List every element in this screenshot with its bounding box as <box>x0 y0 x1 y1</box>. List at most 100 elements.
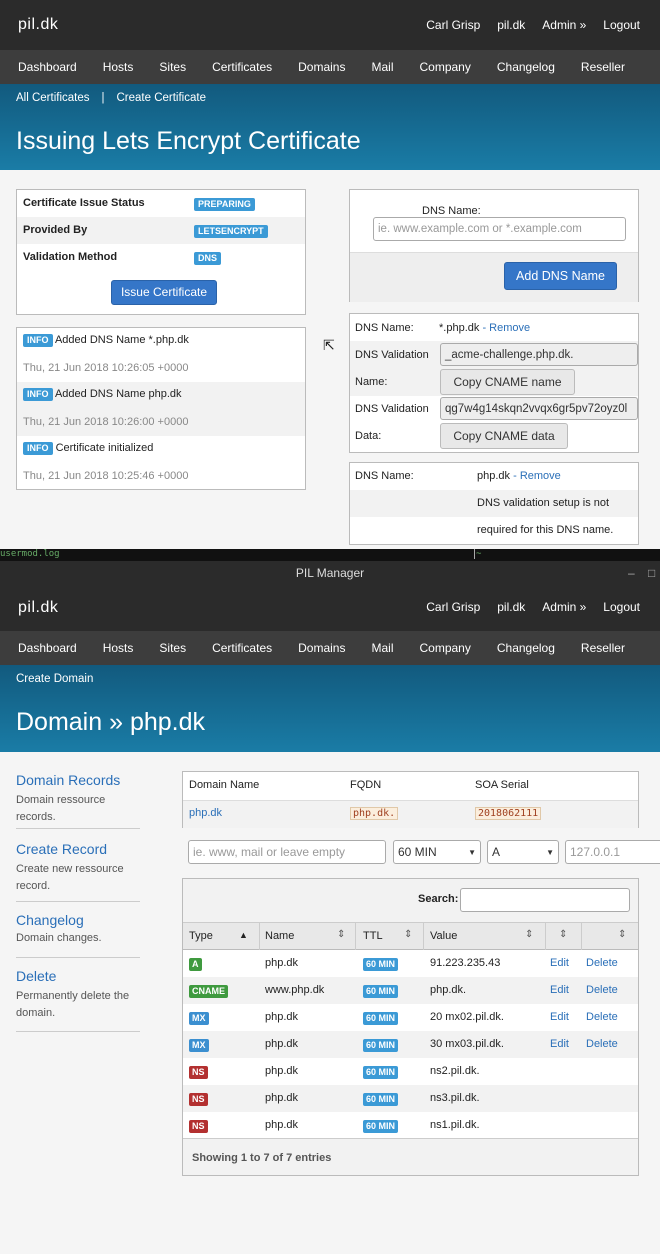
method-label: Validation Method <box>23 251 118 263</box>
domain-name-link[interactable]: php.dk <box>189 807 222 819</box>
col-value[interactable]: Value <box>430 930 457 942</box>
record-name: php.dk <box>265 1011 299 1023</box>
validation-data-field[interactable]: qg7w4g14skqn2vvqx6gr5pv72oyz0l <box>440 397 638 420</box>
nav-domains[interactable]: Domains <box>298 60 345 74</box>
sort-icon[interactable]: ⇕ <box>337 929 345 940</box>
dns-name-label: DNS Name: <box>355 470 414 482</box>
nav-changelog[interactable]: Changelog <box>497 60 555 74</box>
nav-mail[interactable]: Mail <box>371 60 393 74</box>
nav-hosts[interactable]: Hosts <box>103 641 134 655</box>
sort-icon[interactable]: ⇕ <box>525 929 533 940</box>
nav-hosts[interactable]: Hosts <box>103 60 134 74</box>
minimize-icon[interactable]: – <box>628 561 635 585</box>
delete-link[interactable]: Delete <box>586 957 618 969</box>
nav-sites[interactable]: Sites <box>159 641 186 655</box>
record-name-input[interactable]: ie. www, mail or leave empty <box>188 840 386 864</box>
sidebar-title[interactable]: Create Record <box>16 841 140 857</box>
sidebar-item-changelog[interactable]: Changelog Domain changes. <box>16 902 140 958</box>
search-input[interactable] <box>460 888 630 912</box>
table-row: NS php.dk 60 MIN ns2.pil.dk. <box>183 1058 638 1085</box>
domain-sidebar: Domain Records Domain ressource records. … <box>16 772 140 1032</box>
logout-link[interactable]: Logout <box>603 600 640 614</box>
dns-name-input[interactable]: ie. www.example.com or *.example.com <box>373 217 626 241</box>
col-fqdn: FQDN <box>350 779 382 791</box>
logo[interactable]: pil.dk <box>18 599 58 617</box>
sidebar-item-create[interactable]: Create Record Create new ressource record… <box>16 829 140 902</box>
record-value: ns1.pil.dk. <box>430 1119 480 1131</box>
record-type-badge: A <box>189 958 202 971</box>
maximize-icon[interactable]: □ <box>648 561 655 585</box>
breadcrumb: All Certificates | Create Certificate <box>0 84 660 104</box>
record-value-input[interactable]: 127.0.0.1 <box>565 840 660 864</box>
type-select[interactable]: A ▼ <box>487 840 559 864</box>
nav-certificates[interactable]: Certificates <box>212 641 272 655</box>
nav-reseller[interactable]: Reseller <box>581 60 625 74</box>
dns-entry-root: DNS Name: php.dk - Remove DNS validation… <box>349 462 639 545</box>
nav-sites[interactable]: Sites <box>159 60 186 74</box>
company-link[interactable]: pil.dk <box>497 600 525 614</box>
sort-icon[interactable]: ⇕ <box>618 929 626 940</box>
ttl-select[interactable]: 60 MIN ▼ <box>393 840 481 864</box>
edit-link[interactable]: Edit <box>550 1038 569 1050</box>
col-type[interactable]: Type <box>189 930 213 942</box>
domain-info-table: Domain Name FQDN SOA Serial php.dk php.d… <box>182 771 639 828</box>
delete-link[interactable]: Delete <box>586 1011 618 1023</box>
remove-link[interactable]: - Remove <box>513 470 561 482</box>
delete-link[interactable]: Delete <box>586 984 618 996</box>
nav-dashboard[interactable]: Dashboard <box>18 60 77 74</box>
issue-certificate-button[interactable]: Issue Certificate <box>111 280 217 305</box>
col-ttl[interactable]: TTL <box>363 930 383 942</box>
record-name: php.dk <box>265 1119 299 1131</box>
logo[interactable]: pil.dk <box>18 16 58 34</box>
remove-link[interactable]: - Remove <box>482 322 530 334</box>
nav-company[interactable]: Company <box>420 641 471 655</box>
record-name: php.dk <box>265 957 299 969</box>
record-type-badge: CNAME <box>189 985 228 998</box>
sort-icon[interactable]: ⇕ <box>559 929 567 940</box>
user-link[interactable]: Carl Grisp <box>426 18 480 32</box>
edit-link[interactable]: Edit <box>550 984 569 996</box>
sort-asc-icon[interactable]: ▲ <box>239 930 248 940</box>
nav-domains[interactable]: Domains <box>298 641 345 655</box>
record-value: 30 mx03.pil.dk. <box>430 1038 504 1050</box>
validation-data-label: DNS Validation <box>355 403 429 415</box>
log-time: Thu, 21 Jun 2018 10:25:46 +0000 <box>23 470 189 482</box>
nav-changelog[interactable]: Changelog <box>497 641 555 655</box>
nav-certificates[interactable]: Certificates <box>212 60 272 74</box>
breadcrumb: Create Domain <box>0 665 660 685</box>
top-bar: pil.dk Carl Grisp pil.dk Admin » Logout <box>0 0 660 50</box>
copy-cname-data-button[interactable]: Copy CNAME data <box>440 423 568 449</box>
admin-link[interactable]: Admin » <box>542 600 586 614</box>
sidebar-title[interactable]: Domain Records <box>16 772 140 788</box>
sort-icon[interactable]: ⇕ <box>404 929 412 940</box>
validation-name-label: DNS Validation <box>355 349 429 361</box>
table-footer: Showing 1 to 7 of 7 entries <box>183 1138 638 1176</box>
user-link[interactable]: Carl Grisp <box>426 600 480 614</box>
copy-cname-name-button[interactable]: Copy CNAME name <box>440 369 575 395</box>
logout-link[interactable]: Logout <box>603 18 640 32</box>
sidebar-item-delete[interactable]: Delete Permanently delete the domain. <box>16 958 140 1032</box>
create-certificate-link[interactable]: Create Certificate <box>117 92 206 104</box>
terminal-text: usermod.log <box>0 549 60 559</box>
delete-link[interactable]: Delete <box>586 1038 618 1050</box>
edit-link[interactable]: Edit <box>550 957 569 969</box>
record-type-badge: MX <box>189 1039 209 1052</box>
sidebar-title[interactable]: Changelog <box>16 912 140 928</box>
separator: | <box>101 92 105 104</box>
edit-link[interactable]: Edit <box>550 1011 569 1023</box>
company-link[interactable]: pil.dk <box>497 18 525 32</box>
nav-dashboard[interactable]: Dashboard <box>18 641 77 655</box>
all-certificates-link[interactable]: All Certificates <box>16 92 90 104</box>
admin-link[interactable]: Admin » <box>542 18 586 32</box>
col-name[interactable]: Name <box>265 930 294 942</box>
add-dns-name-button[interactable]: Add DNS Name <box>504 262 617 290</box>
dns-name-label: DNS Name: <box>422 205 481 217</box>
sidebar-title[interactable]: Delete <box>16 968 140 984</box>
validation-name-field[interactable]: _acme-challenge.php.dk. <box>440 343 638 366</box>
nav-mail[interactable]: Mail <box>371 641 393 655</box>
nav-company[interactable]: Company <box>420 60 471 74</box>
validation-data-label-2: Data: <box>355 430 382 442</box>
sidebar-item-records[interactable]: Domain Records Domain ressource records. <box>16 772 140 829</box>
nav-reseller[interactable]: Reseller <box>581 641 625 655</box>
create-domain-link[interactable]: Create Domain <box>16 673 93 685</box>
